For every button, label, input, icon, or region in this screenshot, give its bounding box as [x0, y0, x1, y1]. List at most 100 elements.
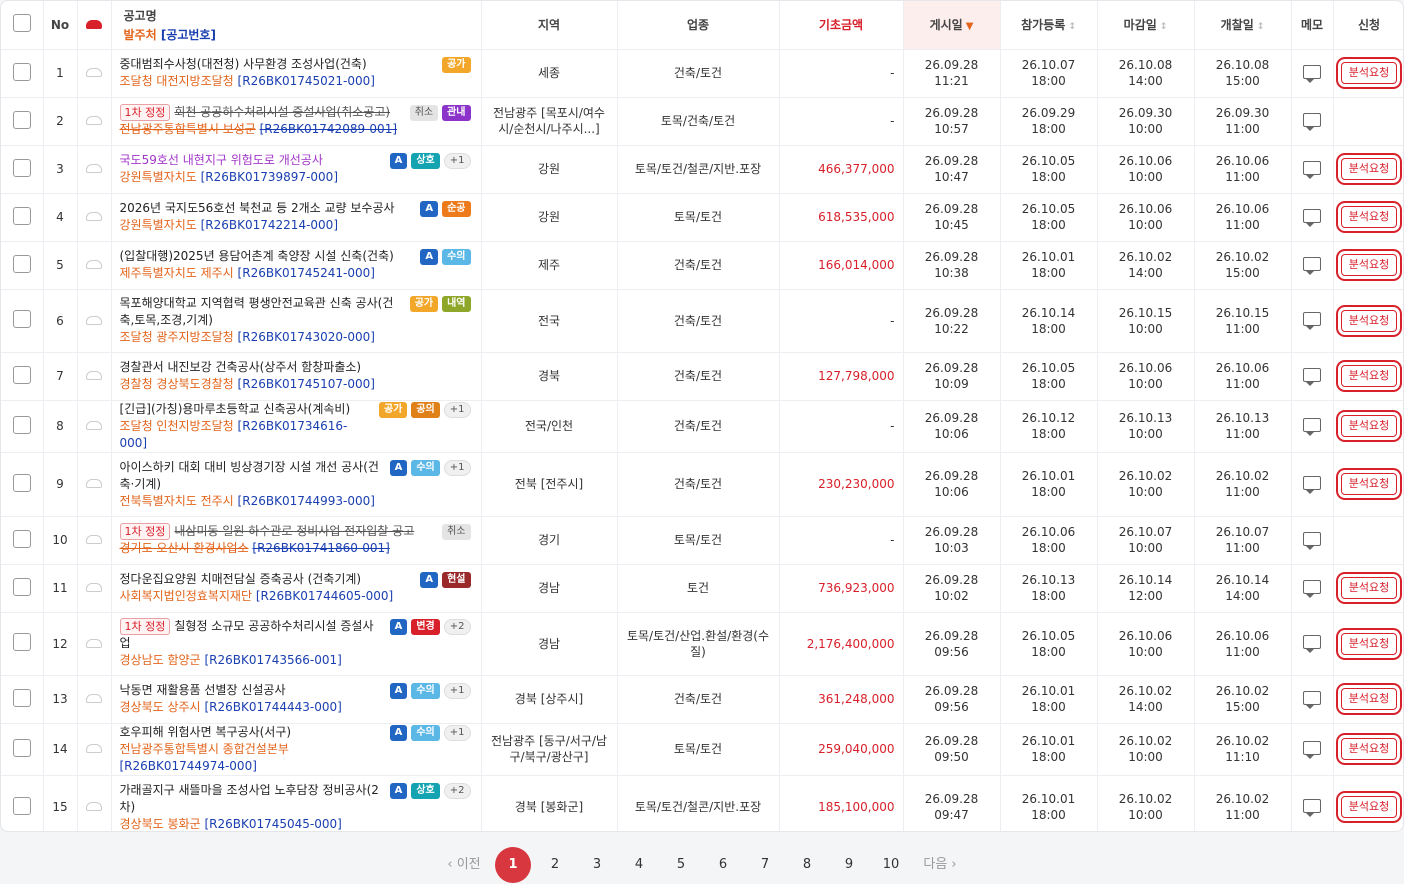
page-button-4[interactable]: 4	[618, 847, 660, 883]
row-title-cell[interactable]: [긴급](가칭)용마루초등학교 신축공사(계속비) 조달청 인천지방조달청 [R…	[111, 400, 482, 453]
analysis-request-button[interactable]: 분석요청	[1340, 415, 1398, 437]
header-opening[interactable]: 개찰일 ↕	[1194, 1, 1292, 50]
bid-title-link[interactable]: 목포해양대학교 지역협력 평생안전교육관 신축 공사(건축,토목,조경,기계)	[120, 296, 394, 327]
row-checkbox[interactable]	[12, 62, 31, 81]
table-row[interactable]: 8 [긴급](가칭)용마루초등학교 신축공사(계속비) 조달청 인천지방조달청 …	[1, 400, 1403, 453]
memo-icon[interactable]	[1303, 367, 1321, 386]
row-car-cell[interactable]	[77, 675, 112, 724]
row-checkbox[interactable]	[12, 254, 31, 273]
header-no[interactable]: No	[43, 1, 78, 50]
row-checkbox[interactable]	[12, 688, 31, 707]
table-row[interactable]: 13 낙동면 재활용품 선별장 신설공사 경상북도 상주시 [R26BK0174…	[1, 675, 1403, 724]
row-title-cell[interactable]: 호우피해 위험사면 복구공사(서구) 전남광주통합특별시 종합건설본부 [R26…	[111, 723, 482, 776]
row-car-cell[interactable]	[77, 516, 112, 565]
row-title-cell[interactable]: 중대범죄수사청(대전청) 사무환경 조성사업(건축) 조달청 대전지방조달청 […	[111, 49, 482, 98]
row-checkbox[interactable]	[12, 206, 31, 225]
analysis-request-button[interactable]: 분석요청	[1340, 158, 1398, 180]
row-checkbox[interactable]	[12, 310, 31, 328]
row-car-cell[interactable]	[77, 49, 112, 98]
memo-icon[interactable]	[1303, 112, 1321, 131]
page-button-9[interactable]: 9	[828, 847, 870, 883]
row-checkbox[interactable]	[12, 577, 31, 596]
analysis-request-button[interactable]: 분석요청	[1340, 577, 1398, 599]
page-button-8[interactable]: 8	[786, 847, 828, 883]
bid-title-link[interactable]: 아이스하키 대회 대비 빙상경기장 시설 개선 공사(건축·기계)	[120, 460, 379, 491]
table-row[interactable]: 10 1차 정정 내삼미동 일원 하수관로 정비사업 전자입찰 공고 경기도 오산…	[1, 516, 1403, 565]
row-car-cell[interactable]	[77, 452, 112, 517]
memo-icon[interactable]	[1303, 531, 1321, 550]
row-car-cell[interactable]	[77, 564, 112, 613]
header-car-icon-cell[interactable]	[77, 1, 112, 50]
analysis-request-button[interactable]: 분석요청	[1340, 688, 1398, 710]
bid-title-link[interactable]: [긴급](가칭)용마루초등학교 신축공사(계속비)	[120, 402, 351, 416]
bid-title-link[interactable]: 국도59호선 내현지구 위험도로 개선공사	[120, 153, 323, 167]
table-row[interactable]: 6 목포해양대학교 지역협력 평생안전교육관 신축 공사(건축,토목,조경,기계…	[1, 289, 1403, 353]
row-car-cell[interactable]	[77, 193, 112, 242]
bid-title-link[interactable]: 내삼미동 일원 하수관로 정비사업 전자입찰 공고	[174, 524, 414, 538]
prev-page-button[interactable]: ‹ 이전	[436, 847, 492, 883]
page-button-6[interactable]: 6	[702, 847, 744, 883]
row-title-cell[interactable]: 낙동면 재활용품 선별장 신설공사 경상북도 상주시 [R26BK0174444…	[111, 675, 482, 724]
memo-icon[interactable]	[1303, 579, 1321, 598]
memo-icon[interactable]	[1303, 160, 1321, 179]
bid-title-link[interactable]: 가래골지구 새뜰마을 조성사업 노후담장 정비공사(2차)	[120, 783, 379, 814]
row-car-cell[interactable]	[77, 241, 112, 290]
row-checkbox[interactable]	[12, 473, 31, 492]
next-page-button[interactable]: 다음 ›	[912, 847, 968, 883]
select-all-checkbox[interactable]	[12, 14, 31, 33]
row-checkbox[interactable]	[12, 415, 31, 434]
memo-icon[interactable]	[1303, 208, 1321, 227]
row-car-cell[interactable]	[77, 612, 112, 676]
row-car-cell[interactable]	[77, 97, 112, 146]
table-row[interactable]: 9 아이스하키 대회 대비 빙상경기장 시설 개선 공사(건축·기계) 전북특별…	[1, 452, 1403, 517]
header-registration[interactable]: 참가등록 ↕	[1000, 1, 1098, 50]
row-title-cell[interactable]: 가래골지구 새뜰마을 조성사업 노후담장 정비공사(2차) 경상북도 봉화군 […	[111, 775, 482, 831]
analysis-request-button[interactable]: 분석요청	[1340, 365, 1398, 387]
row-car-cell[interactable]	[77, 352, 112, 401]
analysis-request-button[interactable]: 분석요청	[1340, 632, 1398, 655]
table-row[interactable]: 4 2026년 국지도56호선 북천교 등 2개소 교량 보수공사 강원특별자치…	[1, 193, 1403, 242]
analysis-request-button[interactable]: 분석요청	[1340, 254, 1398, 276]
analysis-request-button[interactable]: 분석요청	[1340, 62, 1398, 84]
header-base-amount[interactable]: 기초금액	[779, 1, 904, 50]
row-car-cell[interactable]	[77, 723, 112, 776]
table-row[interactable]: 5 (입찰대행)2025년 용담어촌계 축양장 시설 신축(건축) 제주특별자치…	[1, 241, 1403, 290]
memo-icon[interactable]	[1303, 417, 1321, 436]
row-title-cell[interactable]: 경찰관서 내진보강 건축공사(상주서 함창파출소) 경찰청 경상북도경찰청 [R…	[111, 352, 482, 401]
row-checkbox[interactable]	[12, 796, 31, 815]
bid-title-link[interactable]: 정다운집요양원 치매전담실 증축공사 (건축기계)	[120, 572, 362, 586]
row-checkbox[interactable]	[12, 633, 31, 651]
header-region[interactable]: 지역	[481, 1, 618, 50]
memo-icon[interactable]	[1303, 635, 1321, 653]
table-row[interactable]: 3 국도59호선 내현지구 위험도로 개선공사 강원특별자치도 [R26BK01…	[1, 145, 1403, 194]
row-title-cell[interactable]: 2026년 국지도56호선 북천교 등 2개소 교량 보수공사 강원특별자치도 …	[111, 193, 482, 242]
memo-icon[interactable]	[1303, 312, 1321, 330]
bid-title-link[interactable]: (입찰대행)2025년 용담어촌계 축양장 시설 신축(건축)	[120, 249, 394, 263]
page-button-10[interactable]: 10	[870, 847, 912, 883]
row-checkbox[interactable]	[12, 529, 31, 548]
page-button-3[interactable]: 3	[576, 847, 618, 883]
header-title[interactable]: 공고명 발주처 [공고번호]	[111, 1, 482, 50]
memo-icon[interactable]	[1303, 798, 1321, 817]
page-button-7[interactable]: 7	[744, 847, 786, 883]
table-row[interactable]: 14 호우피해 위험사면 복구공사(서구) 전남광주통합특별시 종합건설본부 […	[1, 723, 1403, 776]
row-title-cell[interactable]: 아이스하키 대회 대비 빙상경기장 시설 개선 공사(건축·기계) 전북특별자치…	[111, 452, 482, 517]
row-title-cell[interactable]: 국도59호선 내현지구 위험도로 개선공사 강원특별자치도 [R26BK0173…	[111, 145, 482, 194]
row-car-cell[interactable]	[77, 289, 112, 353]
row-checkbox[interactable]	[12, 738, 31, 757]
analysis-request-button[interactable]: 분석요청	[1340, 473, 1398, 495]
table-row[interactable]: 11 정다운집요양원 치매전담실 증축공사 (건축기계) 사회복지법인정효복지재…	[1, 564, 1403, 613]
bid-title-link[interactable]: 2026년 국지도56호선 북천교 등 2개소 교량 보수공사	[120, 201, 395, 215]
header-deadline[interactable]: 마감일 ↕	[1097, 1, 1195, 50]
analysis-request-button[interactable]: 분석요청	[1340, 309, 1398, 332]
bid-title-link[interactable]: 중대범죄수사청(대전청) 사무환경 조성사업(건축)	[120, 57, 367, 71]
header-posted[interactable]: 게시일 ▼	[903, 1, 1001, 50]
memo-icon[interactable]	[1303, 690, 1321, 709]
page-button-5[interactable]: 5	[660, 847, 702, 883]
bid-title-link[interactable]: 회천 공공하수처리시설 증설사업(취소공고)	[174, 105, 390, 119]
row-title-cell[interactable]: 목포해양대학교 지역협력 평생안전교육관 신축 공사(건축,토목,조경,기계) …	[111, 289, 482, 353]
table-row[interactable]: 7 경찰관서 내진보강 건축공사(상주서 함창파출소) 경찰청 경상북도경찰청 …	[1, 352, 1403, 401]
row-title-cell[interactable]: 1차 정정 칠형정 소규모 공공하수처리시설 증설사업 경상남도 함양군 [R26…	[111, 612, 482, 676]
page-button-1[interactable]: 1	[495, 847, 531, 883]
analysis-request-button[interactable]: 분석요청	[1340, 796, 1398, 818]
